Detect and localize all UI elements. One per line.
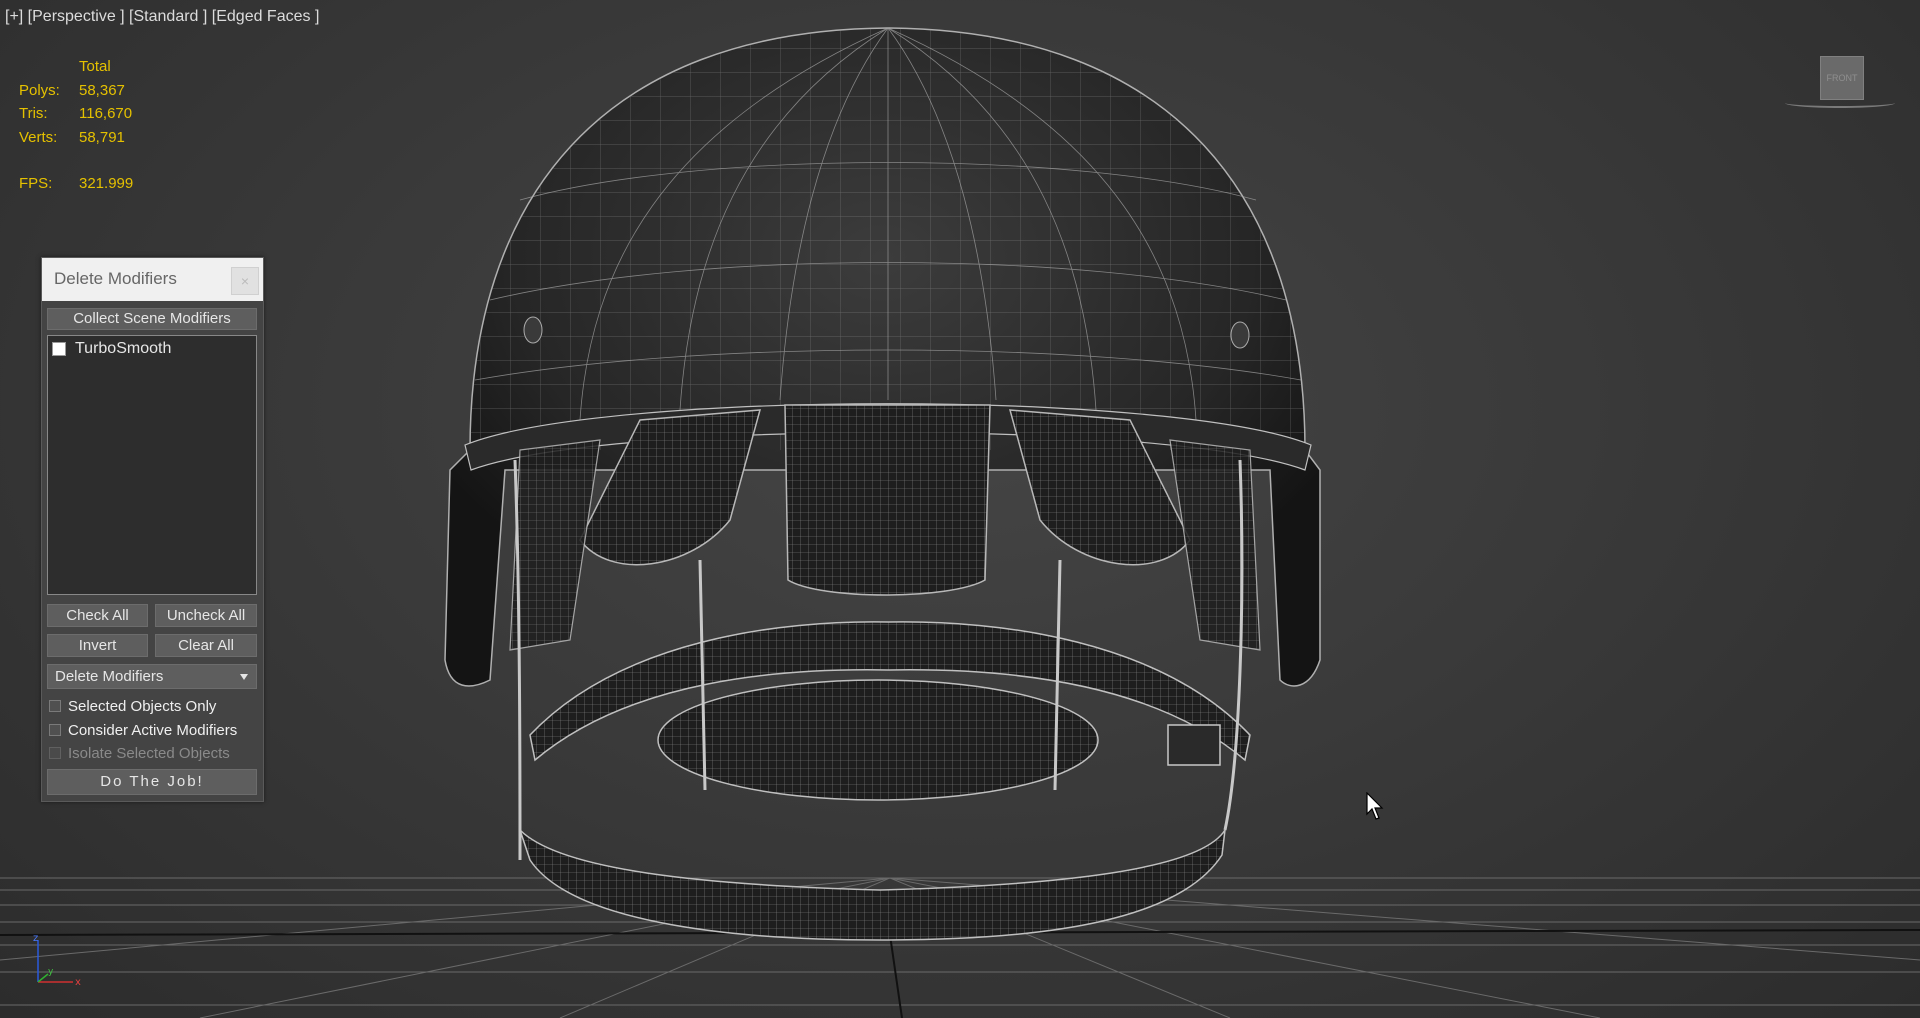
modifier-checkbox[interactable] — [52, 342, 66, 356]
axis-y-label: y — [48, 967, 54, 977]
chevron-down-icon — [240, 674, 248, 680]
stats-value: 116,670 — [79, 105, 133, 122]
consider-active-modifiers-label: Consider Active Modifiers — [68, 721, 238, 739]
close-icon[interactable]: × — [231, 267, 259, 295]
collect-scene-modifiers-button[interactable]: Collect Scene Modifiers — [47, 308, 257, 330]
isolate-selected-objects-checkbox — [49, 747, 61, 759]
stats-value: 321.999 — [79, 175, 134, 192]
axis-z-label: z — [33, 933, 38, 944]
dialog-title: Delete Modifiers — [54, 269, 177, 288]
viewport-perspective[interactable]: [+] [Perspective ] [Standard ] [Edged Fa… — [0, 0, 1920, 1018]
stats-label: Polys: — [19, 81, 60, 99]
action-select-value: Delete Modifiers — [55, 668, 164, 685]
selected-objects-only-option[interactable]: Selected Objects Only — [49, 696, 216, 716]
viewcube-face-front[interactable]: FRONT — [1820, 56, 1864, 100]
stats-value: 58,367 — [79, 81, 125, 99]
stats-row-verts: Verts: 58,791 — [19, 126, 133, 150]
dialog-titlebar[interactable]: Delete Modifiers × — [42, 258, 263, 301]
viewport-label[interactable]: [+] [Perspective ] [Standard ] [Edged Fa… — [5, 8, 319, 26]
selected-objects-only-checkbox[interactable] — [49, 700, 61, 712]
action-select[interactable]: Delete Modifiers — [47, 664, 257, 689]
mouse-cursor-icon — [1366, 792, 1384, 820]
stats-value: 58,791 — [79, 128, 125, 146]
modifier-list[interactable]: TurboSmooth — [47, 335, 257, 595]
isolate-selected-objects-option: Isolate Selected Objects — [49, 743, 230, 763]
check-all-button[interactable]: Check All — [47, 604, 148, 627]
list-item[interactable]: TurboSmooth — [52, 340, 171, 358]
viewcube-compass-ring[interactable] — [1785, 98, 1895, 108]
stats-label: Tris: — [19, 105, 48, 122]
uncheck-all-button[interactable]: Uncheck All — [155, 604, 257, 627]
helmet-model — [444, 27, 1321, 941]
viewcube-icon[interactable]: FRONT — [1785, 50, 1895, 110]
isolate-selected-objects-label: Isolate Selected Objects — [68, 744, 230, 762]
scene-render[interactable] — [0, 0, 1920, 1018]
stats-header: Total — [79, 58, 111, 75]
invert-button[interactable]: Invert — [47, 634, 148, 657]
stats-label: FPS: — [19, 175, 53, 192]
stats-row-fps: FPS: 321.999 — [19, 172, 133, 196]
delete-modifiers-dialog: Delete Modifiers × Collect Scene Modifie… — [41, 257, 264, 802]
stats-row-tris: Tris: 116,670 — [19, 102, 133, 126]
consider-active-modifiers-checkbox[interactable] — [49, 724, 61, 736]
scene-statistics: Total Polys: 58,367 Tris: 116,670 Verts: 58… — [19, 55, 133, 196]
consider-active-modifiers-option[interactable]: Consider Active Modifiers — [49, 720, 237, 740]
stats-row-polys: Polys: 58,367 — [19, 79, 133, 103]
modifier-label: TurboSmooth — [75, 340, 172, 357]
axis-x-label: x — [75, 977, 81, 988]
stats-label: Verts: — [19, 128, 58, 146]
selected-objects-only-label: Selected Objects Only — [68, 697, 217, 715]
clear-all-button[interactable]: Clear All — [155, 634, 257, 657]
axis-tripod-icon: z x y — [33, 933, 81, 988]
do-the-job-button[interactable]: Do The Job! — [47, 769, 257, 795]
